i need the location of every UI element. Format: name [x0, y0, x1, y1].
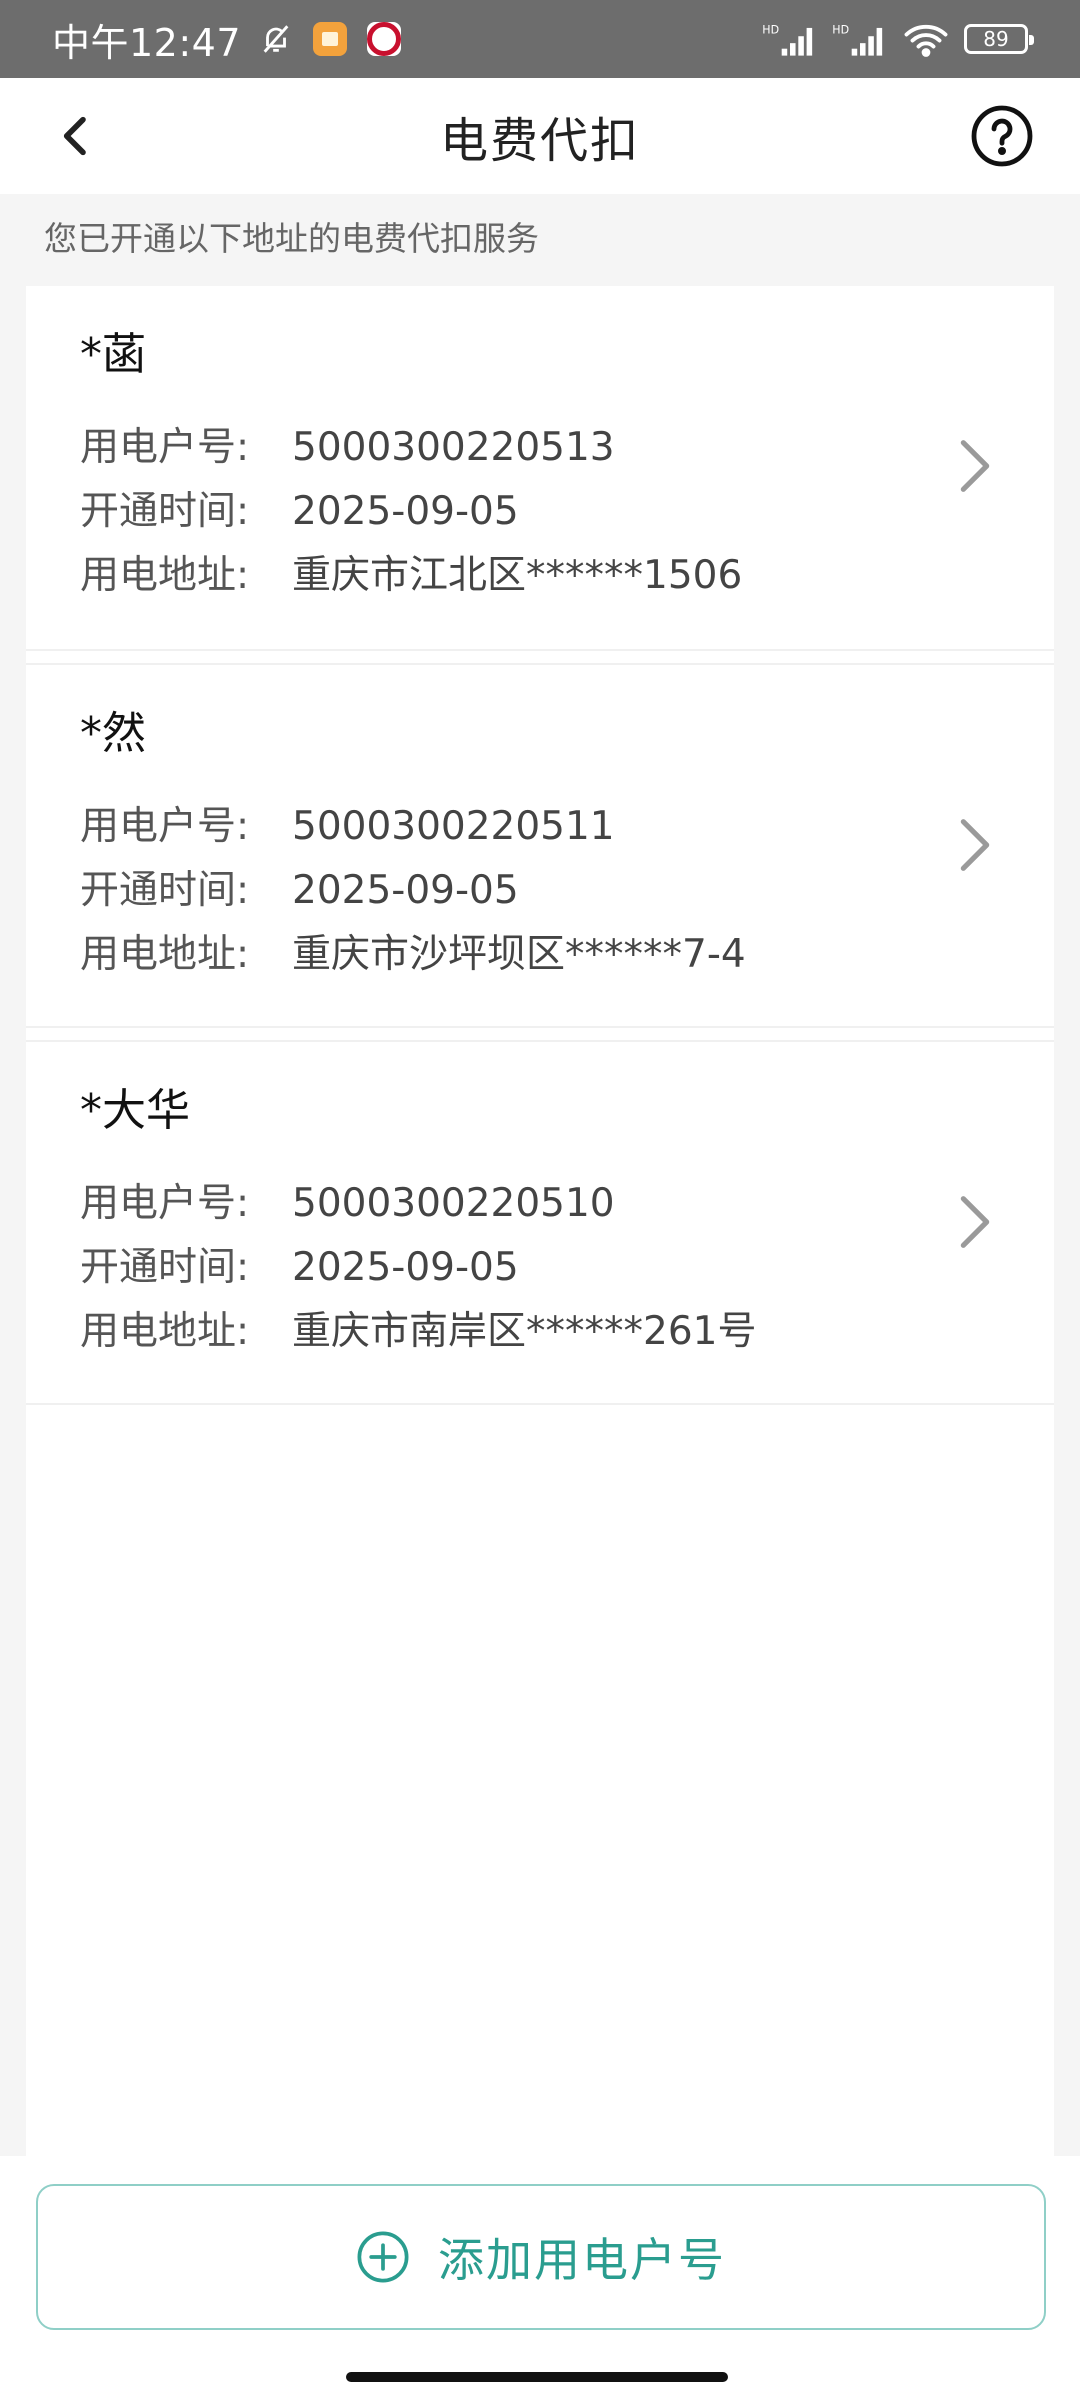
address-label: 用电地址:	[80, 1309, 250, 1354]
bank-app-icon	[367, 22, 402, 56]
home-indicator[interactable]	[346, 2372, 728, 2382]
account-number-value: 5000300220511	[292, 804, 615, 849]
account-card[interactable]: *然 用电户号: 5000300220511 开通时间: 2025-09-05 …	[26, 663, 1054, 1028]
open-date-value: 2025-09-05	[292, 868, 519, 913]
open-date-label: 开通时间:	[80, 868, 250, 913]
page-subtitle: 您已开通以下地址的电费代扣服务	[44, 219, 539, 258]
account-number-label: 用电户号:	[80, 425, 250, 470]
notes-app-icon	[313, 22, 348, 56]
account-card[interactable]: *菡 用电户号: 5000300220513 开通时间: 2025-09-05 …	[26, 286, 1054, 651]
address-label: 用电地址:	[80, 553, 250, 598]
status-bar: 中午12:47 HD HD 89	[0, 0, 1080, 78]
svg-text:HD: HD	[762, 23, 779, 36]
add-account-label: 添加用电户号	[438, 2233, 726, 2287]
address-value: 重庆市江北区******1506	[292, 553, 743, 598]
status-system-icons: HD HD 89	[762, 21, 1034, 57]
add-account-button[interactable]: 添加用电户号	[36, 2184, 1046, 2330]
address-label: 用电地址:	[80, 932, 250, 977]
signal-icon-2: HD	[832, 23, 883, 56]
chevron-right-icon	[960, 819, 990, 871]
account-number-label: 用电户号:	[80, 804, 250, 849]
chevron-right-icon	[960, 440, 990, 492]
wifi-icon	[904, 24, 948, 57]
address-value: 重庆市南岸区******261号	[292, 1309, 757, 1354]
account-number-value: 5000300220510	[292, 1181, 615, 1226]
bell-muted-icon	[263, 25, 289, 53]
account-number-label: 用电户号:	[80, 1181, 250, 1226]
status-time: 中午12:47	[52, 20, 242, 65]
open-date-label: 开通时间:	[80, 489, 250, 534]
back-arrow-icon[interactable]	[48, 108, 104, 164]
open-date-label: 开通时间:	[80, 1245, 250, 1290]
account-list: *菡 用电户号: 5000300220513 开通时间: 2025-09-05 …	[26, 286, 1054, 2156]
address-value: 重庆市沙坪坝区******7-4	[292, 932, 746, 977]
help-icon[interactable]	[970, 104, 1034, 168]
battery-icon: 89	[964, 24, 1034, 54]
signal-icon: HD	[762, 23, 813, 56]
svg-text:HD: HD	[832, 23, 849, 36]
plus-circle-icon	[357, 2231, 409, 2283]
status-notification-icons	[259, 22, 402, 56]
account-card[interactable]: *大华 用电户号: 5000300220510 开通时间: 2025-09-05…	[26, 1040, 1054, 1405]
open-date-value: 2025-09-05	[292, 1245, 519, 1290]
account-holder-name: *菡	[80, 329, 146, 380]
chevron-right-icon	[960, 1196, 990, 1248]
account-holder-name: *大华	[80, 1085, 190, 1136]
account-number-value: 5000300220513	[292, 425, 615, 470]
account-holder-name: *然	[80, 708, 146, 759]
page-title: 电费代扣	[439, 113, 640, 169]
open-date-value: 2025-09-05	[292, 489, 519, 534]
nav-bar: 电费代扣	[0, 78, 1080, 194]
